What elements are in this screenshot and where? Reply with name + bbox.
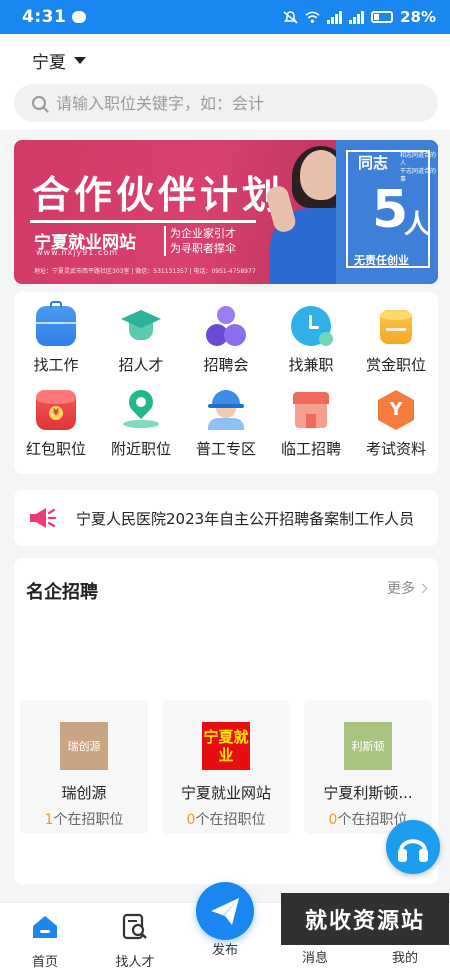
headphones-icon — [398, 839, 428, 862]
region-selector[interactable]: 宁夏 — [32, 48, 86, 73]
battery-level: 28% — [400, 8, 436, 26]
section-title: 名企招聘 — [26, 582, 98, 603]
headphones-button[interactable] — [386, 820, 440, 874]
banner-right-footer: 无责任创业 — [354, 254, 409, 267]
home-icon — [33, 916, 57, 938]
tab-label: 我的 — [391, 951, 418, 966]
status-time: 4:31 — [22, 7, 67, 27]
company-job-count: 1个在招职位 — [20, 809, 148, 829]
grid-label: 红包职位 — [25, 440, 86, 458]
status-bar: 4:31 28% — [0, 0, 450, 34]
briefcase-icon — [36, 301, 76, 346]
grid-label: 招聘会 — [203, 356, 249, 374]
grid-label: 临工招聘 — [280, 440, 341, 458]
company-logo: 宁夏就业 — [202, 722, 250, 770]
banner-title: 合作伙伴计划 — [32, 173, 285, 217]
banner-site-url: www.nxjy91.com — [36, 248, 119, 257]
red-envelope-icon: ¥ — [36, 390, 76, 430]
worker-helmet-icon — [206, 390, 246, 430]
banner-number-unit: 人 — [404, 210, 431, 240]
coin-stack-icon — [376, 306, 416, 346]
notice-bar[interactable]: 宁夏人民医院2023年自主公开招聘备案制工作人员 — [14, 490, 438, 546]
tab-label: 找人才 — [115, 955, 155, 970]
region-label: 宁夏 — [32, 53, 66, 73]
grid-item-bounty-job[interactable]: 赏金职位 — [354, 292, 438, 374]
banner-slogan-line2: 为寻职者撑伞 — [170, 242, 236, 255]
grid-item-part-time[interactable]: 找兼职 — [269, 292, 353, 374]
grid-label: 附近职位 — [110, 440, 171, 458]
company-logo: 瑞创源 — [60, 722, 108, 770]
people-group-icon — [206, 306, 246, 346]
grid-item-job-fair[interactable]: 招聘会 — [184, 292, 268, 374]
tab-publish-label-wrap[interactable]: 发布 — [190, 939, 260, 958]
battery-icon — [371, 11, 394, 23]
grid-item-find-job[interactable]: 找工作 — [14, 292, 98, 374]
grid-label: 考试资料 — [365, 440, 426, 458]
banner-right-small-line1: 和志同道合的人 — [400, 152, 437, 167]
banner-contact: 地址：宁夏灵武市西平路社区303室 | 微信：531131357 | 电话：09… — [34, 268, 256, 275]
search-icon — [32, 96, 46, 110]
paper-plane-icon — [211, 898, 239, 925]
banner-right-panel: 同志 和志同道合的人 干志同道合的事 5 人 无责任创业 — [336, 140, 438, 284]
grid-item-general-worker[interactable]: 普工专区 — [184, 376, 268, 458]
status-icons: 28% — [283, 8, 436, 26]
grid-label: 找工作 — [33, 356, 79, 374]
tab-home[interactable]: 首页 — [10, 913, 80, 970]
more-link[interactable]: 更多 — [387, 578, 428, 598]
grid-label: 找兼职 — [288, 356, 334, 374]
job-count-suffix: 个在招职位 — [53, 812, 124, 828]
chevron-right-icon — [417, 583, 428, 593]
grid-item-red-envelope-job[interactable]: ¥ 红包职位 — [14, 376, 98, 458]
tab-label: 首页 — [31, 955, 58, 970]
grid-label: 普工专区 — [195, 440, 256, 458]
caret-down-icon — [74, 57, 86, 64]
wifi-icon — [305, 11, 320, 23]
grid-item-nearby-job[interactable]: 附近职位 — [99, 376, 183, 458]
location-pin-icon — [121, 385, 161, 430]
banner-divider — [30, 220, 256, 223]
banner-right-title: 同志 — [358, 154, 389, 172]
hexagon-y-icon: Y — [378, 390, 414, 430]
clock-icon — [291, 306, 333, 346]
megaphone-icon — [30, 508, 56, 528]
watermark: 就收资源站 — [281, 893, 449, 945]
company-job-count: 0个在招职位 — [162, 809, 290, 829]
grid-label: 赏金职位 — [365, 356, 426, 374]
company-card[interactable]: 宁夏就业 宁夏就业网站 0个在招职位 — [162, 700, 290, 834]
signal-icon — [327, 10, 343, 24]
store-icon — [291, 390, 331, 430]
chat-bubble-icon — [72, 11, 87, 23]
publish-button[interactable] — [196, 882, 254, 940]
banner-number: 5 — [372, 180, 409, 240]
banner-slogan: 为企业家引才 为寻职者撑伞 — [164, 226, 236, 256]
grid-item-exam-material[interactable]: Y 考试资料 — [354, 376, 438, 458]
famous-companies-section: 名企招聘 更多 瑞创源 瑞创源 1个在招职位 宁夏就业 宁夏就业网站 0个在招职… — [14, 558, 438, 884]
notice-text: 宁夏人民医院2023年自主公开招聘备案制工作人员 — [76, 509, 415, 528]
grid-item-recruit[interactable]: 招人才 — [99, 292, 183, 374]
tab-label: 发布 — [211, 943, 238, 958]
company-card[interactable]: 瑞创源 瑞创源 1个在招职位 — [20, 700, 148, 834]
more-label: 更多 — [387, 581, 415, 597]
company-name: 宁夏就业网站 — [180, 784, 271, 802]
company-logo: 利斯顿 — [344, 722, 392, 770]
search-bar[interactable] — [14, 84, 438, 122]
grid-label: 招人才 — [118, 356, 164, 374]
job-count-suffix: 个在招职位 — [195, 812, 266, 828]
function-grid: 找工作 招人才 招聘会 找兼职 赏金职位 ¥ 红包职位 附近职位 普工专区 临工… — [14, 292, 438, 474]
company-card[interactable]: 利斯顿 宁夏利斯顿... 0个在招职位 — [304, 700, 432, 834]
grid-item-temp-recruit[interactable]: 临工招聘 — [269, 376, 353, 458]
banner-slogan-line1: 为企业家引才 — [170, 227, 236, 240]
tab-find-talent[interactable]: 找人才 — [100, 913, 170, 970]
signal-2-icon — [349, 10, 365, 24]
search-input[interactable] — [56, 93, 416, 113]
document-search-icon — [122, 913, 147, 940]
tab-label: 消息 — [301, 951, 328, 966]
header: 宁夏 — [0, 34, 450, 130]
mute-bell-icon — [283, 10, 298, 24]
graduation-cap-icon — [121, 306, 161, 346]
promo-banner[interactable]: 合作伙伴计划 宁夏就业网站 www.nxjy91.com 为企业家引才 为寻职者… — [14, 140, 438, 284]
company-name: 瑞创源 — [61, 784, 107, 802]
company-name: 宁夏利斯顿... — [323, 784, 413, 802]
